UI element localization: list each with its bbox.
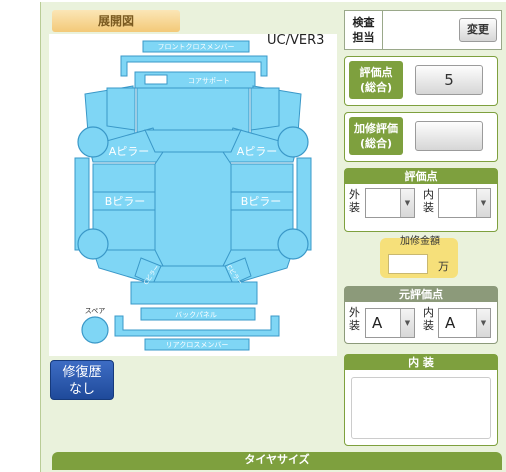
naisou-box: 内 装	[344, 354, 498, 446]
moto-exterior-label: 外 装	[349, 306, 360, 332]
hyoka-sogo-label-line2: (総合)	[359, 81, 393, 94]
dropdown-arrow-icon: ▼	[400, 189, 414, 217]
b-pillar-left-label: Bピラー	[105, 195, 146, 208]
moto-exterior-label-1: 外	[349, 306, 360, 319]
kashu-hyoka-label: 加修評価 (総合)	[349, 117, 403, 155]
wheel-rear-right[interactable]	[277, 228, 309, 260]
moto-exterior-label-2: 装	[349, 319, 360, 332]
kashu-kingaku-unit: 万	[438, 260, 449, 273]
kashu-hyoka-box: 加修評価 (総合)	[344, 112, 498, 162]
kashu-hyoka-button[interactable]	[415, 121, 483, 151]
front-hood-area[interactable]	[136, 87, 250, 133]
spare-tire[interactable]	[81, 316, 109, 344]
inner-panel-left[interactable]	[106, 87, 136, 131]
rear-floor[interactable]	[150, 265, 236, 283]
kashu-hyoka-label-line1: 加修評価	[354, 122, 398, 135]
back-panel-label: バックパネル	[175, 311, 217, 319]
moto-interior-select[interactable]: A ▼	[438, 308, 491, 338]
tire-size-header: タイヤサイズ	[52, 452, 502, 470]
hyoka-exterior-label-1: 外	[349, 188, 360, 201]
front-cross-member-label: フロントクロスメンバー	[158, 43, 235, 51]
tenkai-tab[interactable]: 展開図	[52, 10, 180, 32]
repair-history-button[interactable]: 修復歴 なし	[50, 360, 114, 400]
naisou-title: 内 装	[345, 355, 497, 370]
repair-history-label: 修復歴	[62, 365, 102, 380]
hyoka-exterior-select[interactable]: ▼	[365, 188, 415, 218]
wheel-front-right[interactable]	[277, 126, 309, 158]
moto-hyoka-title: 元評価点	[345, 287, 497, 302]
hyoka-sogo-box: 評価点 (総合) 5	[344, 56, 498, 106]
hyoka-sogo-label: 評価点 (総合)	[349, 61, 403, 99]
kashu-kingaku: 加修金額 万	[376, 232, 464, 282]
inner-panel-right[interactable]	[250, 87, 280, 131]
hyoka-interior-label-2: 装	[423, 201, 434, 214]
kashu-kingaku-label: 加修金額	[400, 236, 440, 247]
moto-hyoka-box: 元評価点 外 装 A ▼ 内 装 A ▼	[344, 286, 498, 344]
kensa-tanto-box: 検査 担当 変更	[344, 10, 502, 50]
hyoka-sogo-label-line1: 評価点	[359, 66, 393, 79]
center-floor[interactable]	[154, 151, 232, 267]
change-button[interactable]: 変更	[459, 18, 497, 42]
hyoka-ten-box: 評価点 外 装 ▼ 内 装 ▼	[344, 168, 498, 232]
a-pillar-right-label: Aピラー	[237, 145, 278, 158]
dropdown-arrow-icon: ▼	[400, 309, 414, 337]
version-label: UC/VER3	[267, 33, 325, 48]
hyoka-sogo-button[interactable]: 5	[415, 65, 483, 95]
core-support-label: コアサポート	[188, 77, 230, 85]
moto-exterior-value: A	[372, 314, 383, 332]
dropdown-arrow-icon: ▼	[476, 189, 490, 217]
moto-interior-label-1: 内	[423, 306, 434, 319]
wheel-rear-left[interactable]	[77, 228, 109, 260]
car-body-diagram: フロントクロスメンバー コアサポート バックパネル リアクロスメンバー Aピラー…	[49, 34, 337, 356]
moto-exterior-select[interactable]: A ▼	[365, 308, 415, 338]
dropdown-arrow-icon: ▼	[476, 309, 490, 337]
naisou-textarea[interactable]	[351, 377, 491, 439]
repair-history-value: なし	[68, 382, 95, 397]
kashu-kingaku-input[interactable]	[388, 254, 428, 274]
kashu-hyoka-label-line2: (総合)	[359, 137, 393, 150]
kensa-label-line1: 検査	[352, 16, 375, 29]
wheel-front-left[interactable]	[77, 126, 109, 158]
moto-interior-label: 内 装	[423, 306, 434, 332]
moto-interior-value: A	[445, 314, 456, 332]
dashboard-panel[interactable]	[144, 129, 242, 153]
hyoka-interior-select[interactable]: ▼	[438, 188, 491, 218]
car-diagram-svg: フロントクロスメンバー コアサポート バックパネル リアクロスメンバー Aピラー…	[74, 40, 312, 351]
kensa-label-line2: 担当	[352, 31, 375, 44]
kensa-tanto-label: 検査 担当	[345, 11, 383, 49]
hyoka-exterior-label-2: 装	[349, 201, 360, 214]
rear-cross-member-label: リアクロスメンバー	[166, 341, 229, 349]
spare-label: スペア	[85, 307, 106, 315]
a-pillar-left-label: Aピラー	[109, 145, 150, 158]
hyoka-interior-label: 内 装	[423, 188, 434, 214]
b-pillar-right-label: Bピラー	[241, 195, 282, 208]
hyoka-interior-label-1: 内	[423, 188, 434, 201]
core-support-slot	[144, 74, 168, 85]
hyoka-exterior-label: 外 装	[349, 188, 360, 214]
hyoka-ten-title: 評価点	[345, 169, 497, 184]
moto-interior-label-2: 装	[423, 319, 434, 332]
